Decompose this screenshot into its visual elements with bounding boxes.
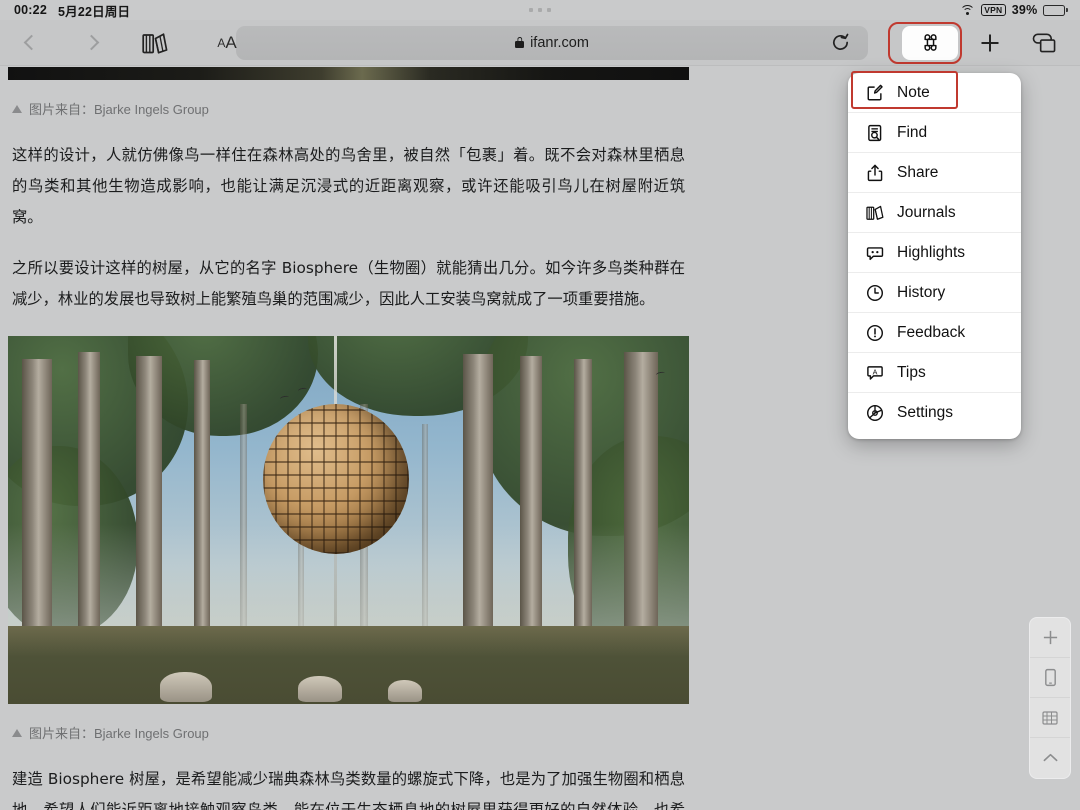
text-size-small-a: A	[217, 35, 226, 50]
spherical-treehouse	[263, 404, 409, 554]
lock-icon	[515, 37, 525, 48]
menu-item-history-label: History	[897, 283, 946, 301]
reload-button[interactable]	[826, 26, 854, 60]
vpn-badge: VPN	[980, 3, 1006, 17]
menu-item-settings-label: Settings	[897, 404, 954, 421]
share-icon	[865, 163, 884, 182]
menu-item-journals-label: Journals	[897, 203, 956, 221]
menu-item-highlights-label: Highlights	[897, 243, 966, 261]
exclamation-circle-icon	[865, 323, 884, 342]
article-paragraph-3: 建造 Biosphere 树屋，是希望能减少瑞典森林鸟类数量的螺旋式下降，也是为…	[12, 770, 685, 810]
plus-icon	[979, 32, 1001, 54]
ipad-safari-screen: 00:22 5月22日周日 VPN 39% A A ifanr.com 图片来自…	[0, 0, 1080, 810]
menu-item-highlights[interactable]: Highlights	[848, 233, 1021, 273]
article-paragraph-1: 这样的设计，人就仿佛像鸟一样住在森林高处的鸟舍里，被自然「包裹」着。既不会对森林…	[12, 146, 685, 226]
side-tool-collapse-button[interactable]	[1030, 738, 1070, 778]
plus-icon	[1042, 629, 1059, 646]
menu-item-share-label: Share	[897, 163, 939, 181]
wifi-icon	[959, 4, 975, 16]
reload-icon	[831, 33, 850, 52]
text-size-large-a: A	[225, 32, 237, 52]
books-icon	[142, 32, 168, 54]
chevron-right-icon	[83, 34, 99, 51]
text-size-button[interactable]: AA	[206, 26, 248, 60]
battery-icon	[1043, 4, 1068, 16]
show-tabs-button[interactable]	[1022, 26, 1066, 60]
device-icon	[1043, 668, 1058, 687]
menu-item-find-label: Find	[897, 123, 928, 141]
tabs-icon	[1032, 31, 1057, 54]
side-tool-keyboard-button[interactable]	[1030, 698, 1070, 738]
command-icon	[920, 32, 941, 53]
menu-item-feedback-label: Feedback	[897, 323, 966, 341]
back-button[interactable]	[14, 26, 48, 60]
command-menu-button[interactable]	[902, 25, 958, 60]
chevron-left-icon	[23, 34, 39, 51]
menu-item-note-highlight	[851, 71, 958, 109]
find-document-icon	[865, 123, 884, 142]
battery-percent-label: 39%	[1011, 3, 1038, 17]
menu-item-tips[interactable]: A Tips	[848, 353, 1021, 393]
menu-item-history[interactable]: History	[848, 273, 1021, 313]
gear-icon	[865, 404, 884, 423]
menu-item-find[interactable]: Find	[848, 113, 1021, 153]
image-caption-top-text: 图片来自：Bjarke Ingels Group	[29, 102, 209, 117]
menu-item-tips-label: Tips	[897, 363, 926, 381]
menu-item-feedback[interactable]: Feedback	[848, 313, 1021, 353]
clock-icon	[865, 283, 884, 302]
browser-toolbar: AA ifanr.com	[0, 20, 1080, 66]
svg-text:A: A	[872, 367, 877, 376]
multitask-drag-handle[interactable]	[529, 8, 551, 12]
menu-item-journals[interactable]: Journals	[848, 193, 1021, 233]
menu-item-share[interactable]: Share	[848, 153, 1021, 193]
article-image-top-clipped	[8, 67, 689, 80]
status-date: 5月22日周日	[57, 4, 131, 19]
image-caption-bottom-text: 图片来自：Bjarke Ingels Group	[29, 726, 209, 741]
menu-item-settings[interactable]: Settings	[848, 393, 1021, 433]
chevron-up-icon	[1042, 752, 1059, 764]
command-button-highlight	[888, 21, 962, 64]
status-bar-left: 00:22 5月22日周日	[14, 1, 130, 20]
command-dropdown-menu[interactable]: Note Find Share Journals Highlights Hist…	[848, 73, 1021, 439]
article-hero-image	[8, 336, 689, 704]
image-caption-top: 图片来自：Bjarke Ingels Group	[0, 80, 697, 118]
triangle-icon	[12, 104, 22, 113]
web-page-content[interactable]: 图片来自：Bjarke Ingels Group 这样的设计，人就仿佛像鸟一样住…	[0, 67, 697, 810]
books-icon	[865, 203, 884, 222]
status-bar-right: VPN 39%	[959, 3, 1068, 17]
floating-side-toolbar[interactable]	[1029, 617, 1071, 779]
quote-bubble-icon	[865, 243, 884, 262]
keyboard-grid-icon	[1042, 710, 1058, 726]
forward-button[interactable]	[74, 26, 108, 60]
triangle-icon	[12, 728, 22, 737]
article-paragraph-2: 之所以要设计这样的树屋，从它的名字 Biosphere（生物圈）就能猜出几分。如…	[12, 259, 685, 308]
side-tool-device-button[interactable]	[1030, 658, 1070, 698]
image-caption-bottom: 图片来自：Bjarke Ingels Group	[0, 704, 697, 742]
bookshelf-button[interactable]	[138, 26, 172, 60]
url-field[interactable]: ifanr.com	[236, 25, 868, 60]
side-tool-add-button[interactable]	[1030, 618, 1070, 658]
url-text: ifanr.com	[530, 34, 589, 51]
address-bar-area: AA ifanr.com	[206, 25, 886, 60]
tips-bubble-icon: A	[865, 363, 884, 382]
new-tab-button[interactable]	[968, 26, 1012, 60]
status-time: 00:22	[14, 3, 47, 17]
